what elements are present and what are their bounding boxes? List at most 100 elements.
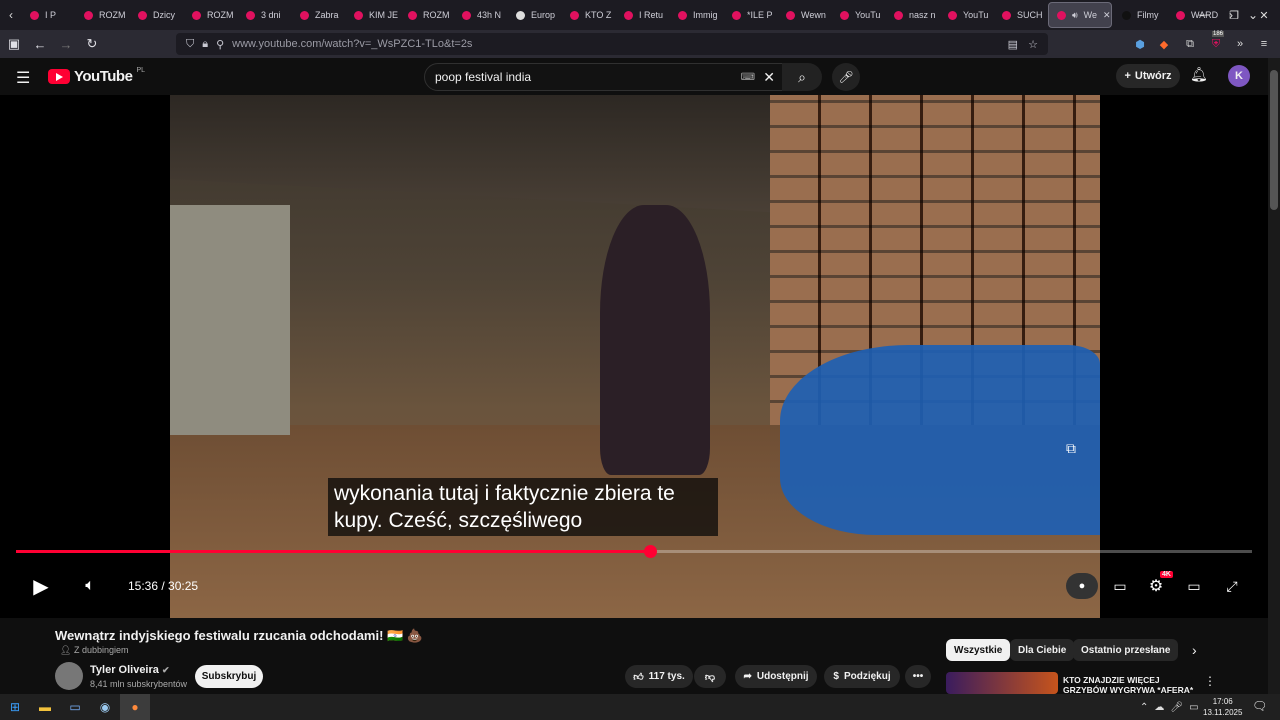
sidebar-toggle-icon[interactable]: ▣ [2,32,26,56]
start-windows-icon[interactable]: ⊞ [0,694,30,720]
monitor-app-icon[interactable]: ▭ [60,694,90,720]
clear-search-icon[interactable]: ✕ [763,69,775,86]
browser-tab[interactable]: Dzicy [130,2,182,28]
file-explorer-icon[interactable]: ▬ [30,694,60,720]
search-button[interactable]: ⌕ [782,63,822,91]
video-player[interactable]: ⧉ wykonania tutaj i faktycznie zbiera te… [0,95,1268,618]
browser-tab[interactable]: ROZM [184,2,236,28]
scrubber-handle[interactable] [644,545,658,558]
minimize-icon[interactable]: — [1188,0,1220,30]
channel-avatar[interactable] [55,662,83,690]
browser-tab[interactable]: I P [22,2,74,28]
tab-scroll-left-icon[interactable]: ‹ [0,2,22,28]
app-menu-icon[interactable]: ≡ [1254,34,1274,54]
browser-tab[interactable]: Immig [670,2,722,28]
recommended-more-icon[interactable]: ⋮ [1204,674,1216,688]
chip-for-you[interactable]: Dla Ciebie [1010,639,1075,661]
ublock-icon[interactable]: ⛨ 186 [1206,31,1226,54]
dislike-button[interactable]: 👎︎ [694,665,726,688]
network-icon[interactable]: ▭ [1189,702,1198,713]
taskbar-clock[interactable]: 17:06 13.11.2025 [1203,696,1242,718]
browser-tab[interactable]: 🔊︎ We ✕ [1048,2,1112,28]
chips-next-icon[interactable]: › [1192,642,1197,658]
reload-icon[interactable]: ↻ [80,32,104,56]
browser-tab[interactable]: ROZM [76,2,128,28]
recommended-video-title[interactable]: KTO ZNAJDZIE WIĘCEJ GRZYBÓW WYGRYWA *AFE… [1063,675,1197,693]
browser-tab[interactable]: YouTu [832,2,884,28]
more-actions-icon[interactable]: ••• [905,665,931,688]
browser-tab[interactable]: Europ [508,2,560,28]
notifications-icon[interactable]: 🗨︎ [1252,699,1267,713]
back-icon[interactable]: ← [28,32,52,56]
voice-search-icon[interactable]: 🎤︎ [832,63,860,91]
browser-tab[interactable]: Zabra [292,2,344,28]
browser-tab[interactable]: 43h N [454,2,506,28]
share-button[interactable]: ➦ Udostępnij [735,665,817,688]
miniplayer-icon[interactable]: ⧉ [1066,440,1076,457]
thanks-button[interactable]: $ Podziękuj [824,665,900,688]
volume-icon[interactable]: 🔈︎ [78,573,102,599]
search-query: poop festival india [435,70,532,84]
create-button[interactable]: + Utwórz [1116,64,1180,88]
close-tab-icon[interactable]: ✕ [1103,10,1111,21]
subscribe-button[interactable]: Subskrybuj [195,665,263,688]
chip-recently-uploaded[interactable]: Ostatnio przesłane [1073,639,1179,661]
notifications-bell-icon[interactable]: 🔔︎ [1190,66,1208,83]
tray-expand-icon[interactable]: ⌃ [1140,702,1148,713]
recommended-video-thumbnail[interactable] [946,672,1058,694]
play-button-icon[interactable]: ▶ [28,573,54,599]
autoplay-toggle[interactable]: ● [1066,573,1098,599]
reader-view-icon[interactable]: ▤ [1008,38,1018,51]
browser-tab[interactable]: KTO Z [562,2,614,28]
page-scrollbar[interactable] [1268,58,1280,694]
browser-tab[interactable]: SUCH [994,2,1046,28]
audio-playing-icon[interactable]: 🔊︎ [1072,10,1078,21]
steam-icon[interactable]: ◉ [90,694,120,720]
browser-tab[interactable]: Filmy [1114,2,1166,28]
youtube-logo[interactable]: YouTube PL [48,67,145,85]
onedrive-icon[interactable]: ☁ [1154,702,1164,713]
firefox-icon[interactable]: ● [120,694,150,720]
progress-bar[interactable] [16,550,1252,553]
microphone-tray-icon[interactable]: 🎤︎ [1170,702,1183,713]
tab-label: nasz n [909,10,936,20]
forward-icon[interactable]: → [54,32,78,56]
browser-tab[interactable]: *ILE P [724,2,776,28]
browser-tab[interactable]: I Retu [616,2,668,28]
browser-nav-bar: ▣ ← → ↻ ⛉ 🔒︎ ⚲ www.youtube.com/watch?v=_… [0,30,1280,58]
subtitles-icon[interactable]: ▭ [1108,573,1132,599]
youtube-favicon-icon [1122,10,1131,20]
browser-tab[interactable]: Wewn [778,2,830,28]
overflow-menu-icon[interactable]: » [1230,34,1250,54]
vpn-extension-icon[interactable]: ⬢ [1130,34,1150,54]
like-button[interactable]: 👍︎ 117 tys. [625,665,693,688]
search-input[interactable]: poop festival india ⌨ ✕ [424,63,786,91]
hamburger-menu-icon[interactable]: ☰ [16,68,30,88]
close-window-icon[interactable]: ✕ [1248,0,1280,30]
account-avatar[interactable]: K [1228,65,1250,87]
channel-name[interactable]: Tyler Oliveira ✔ [90,664,170,676]
fullscreen-icon[interactable]: ⤢ [1220,573,1244,599]
browser-tab[interactable]: 3 dni [238,2,290,28]
maximize-icon[interactable]: ❐ [1218,0,1250,30]
video-frame: ⧉ [170,95,1100,618]
browser-tab[interactable]: ROZM [400,2,452,28]
youtube-favicon-icon [192,10,201,20]
clock-time: 17:06 [1212,697,1233,706]
browser-tab[interactable]: nasz n [886,2,938,28]
theater-mode-icon[interactable]: ▭ [1182,573,1206,599]
youtube-favicon-icon [138,10,147,20]
keyboard-icon[interactable]: ⌨ [741,72,755,83]
extension-icon[interactable]: ◆ [1154,34,1174,54]
chip-all[interactable]: Wszystkie [946,639,1011,661]
dubbing-text: Z dubbingiem [73,645,129,655]
extensions-puzzle-icon[interactable]: ⧉ [1180,34,1200,54]
browser-tab[interactable]: YouTu [940,2,992,28]
scrollbar-thumb[interactable] [1270,70,1278,210]
bookmark-star-icon[interactable]: ☆ [1028,38,1038,51]
youtube-favicon-icon [570,10,579,20]
address-bar[interactable]: ⛉ 🔒︎ ⚲ www.youtube.com/watch?v=_WsPZC1-T… [176,33,1048,55]
tab-label: Europ [531,10,556,20]
browser-tab[interactable]: KIM JE [346,2,398,28]
youtube-favicon-icon [1002,10,1011,20]
